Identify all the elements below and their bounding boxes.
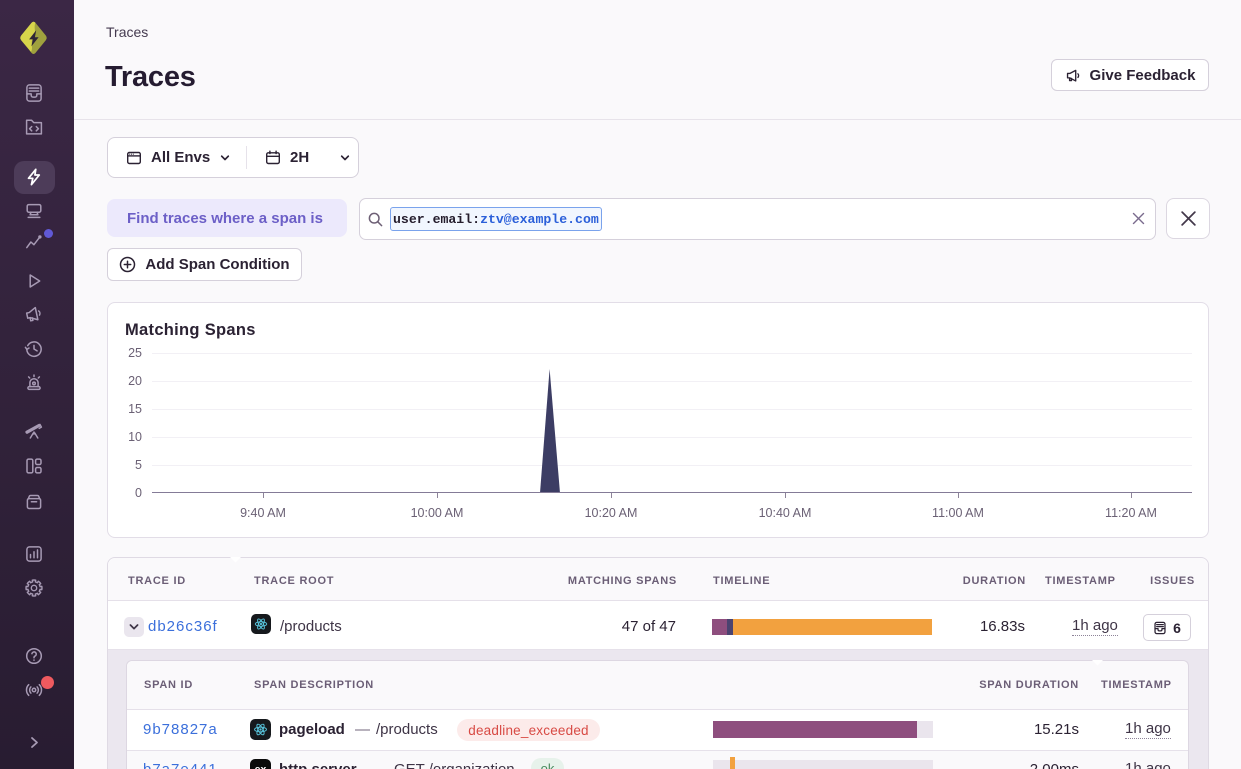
svg-text:ex: ex xyxy=(255,764,267,769)
